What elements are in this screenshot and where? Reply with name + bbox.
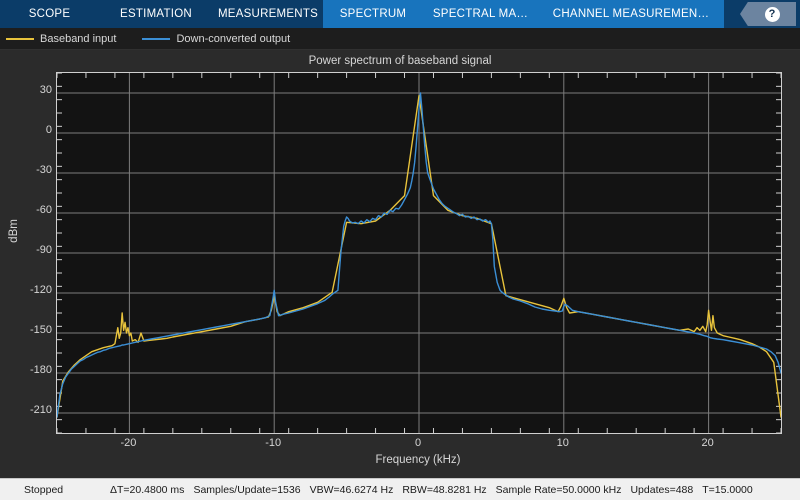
y-tick-label: -180 [29,364,52,376]
status-field-group: ΔT=20.4800 ms Samples/Update=1536 VBW=46.6… [110,484,753,496]
y-tick-label: -60 [36,204,52,216]
plot-panel: Power spectrum of baseband signal dBm Fr… [0,50,800,478]
x-tick-label: 10 [556,437,569,449]
legend-swatch-down-converted-output [142,37,171,40]
legend-item-down-converted-output[interactable]: Down-converted output [142,33,290,45]
status-field: ΔT=20.4800 ms [110,483,185,496]
status-bar: Stopped ΔT=20.4800 ms Samples/Update=1536… [0,478,800,500]
toolbar-tab-bar: SCOPE ESTIMATION MEASUREMENTS SPECTRUM SPEC… [0,0,800,28]
status-field: RBW=48.8281 Hz [402,483,487,496]
status-field: Samples/Update=1536 [193,483,301,496]
y-tick-label: -150 [29,324,52,336]
legend-label-baseband-input: Baseband input [40,32,117,45]
tab-measurements[interactable]: MEASUREMENTS [213,0,323,28]
y-tick-label: -210 [29,404,52,416]
x-tick-label: -10 [265,437,282,449]
y-tick-label: 30 [39,84,52,96]
tab-group-unselected: SCOPE ESTIMATION MEASUREMENTS [0,0,323,28]
x-tick-label: -20 [120,437,137,449]
status-field: T=15.0000 [702,483,753,496]
tab-channel-measuremen[interactable]: CHANNEL MEASUREMEN… [538,0,724,28]
status-field: Sample Rate=50.0000 kHz [495,483,622,496]
legend-item-baseband-input[interactable]: Baseband input [6,33,116,45]
spectrum-plot-svg [56,72,782,434]
y-tick-label: -90 [36,244,52,256]
y-tick-label: -30 [36,164,52,176]
help-button[interactable]: ? [740,2,796,26]
legend-label-down-converted-output: Down-converted output [176,32,291,45]
status-run-state: Stopped [24,483,64,496]
tab-spectral-ma[interactable]: SPECTRAL MA… [423,0,538,28]
tab-scope[interactable]: SCOPE [0,0,99,28]
y-tick-label: -120 [29,284,52,296]
tab-estimation[interactable]: ESTIMATION [99,0,213,28]
help-icon: ? [764,6,780,22]
grid-lines [57,73,781,433]
x-tick-label: 20 [701,437,714,449]
x-tick-label: 0 [414,437,422,449]
spectrum-analyzer-window: SCOPE ESTIMATION MEASUREMENTS SPECTRUM SPEC… [0,0,800,500]
x-axis-label: Frequency (kHz) [375,454,461,466]
y-tick-label: 0 [45,124,52,136]
chart-title: Power spectrum of baseband signal [308,55,492,67]
plot-area[interactable] [56,72,782,434]
tab-spectrum[interactable]: SPECTRUM [323,0,423,28]
legend-swatch-baseband-input [6,37,34,40]
tab-group-selected: SPECTRUM SPECTRAL MA… CHANNEL MEASUREMEN… [323,0,724,28]
y-axis-label: dBm [8,219,20,243]
status-field: Updates=488 [630,483,694,496]
chart-legend: Baseband input Down-converted output [0,28,800,50]
status-field: VBW=46.6274 Hz [309,483,394,496]
